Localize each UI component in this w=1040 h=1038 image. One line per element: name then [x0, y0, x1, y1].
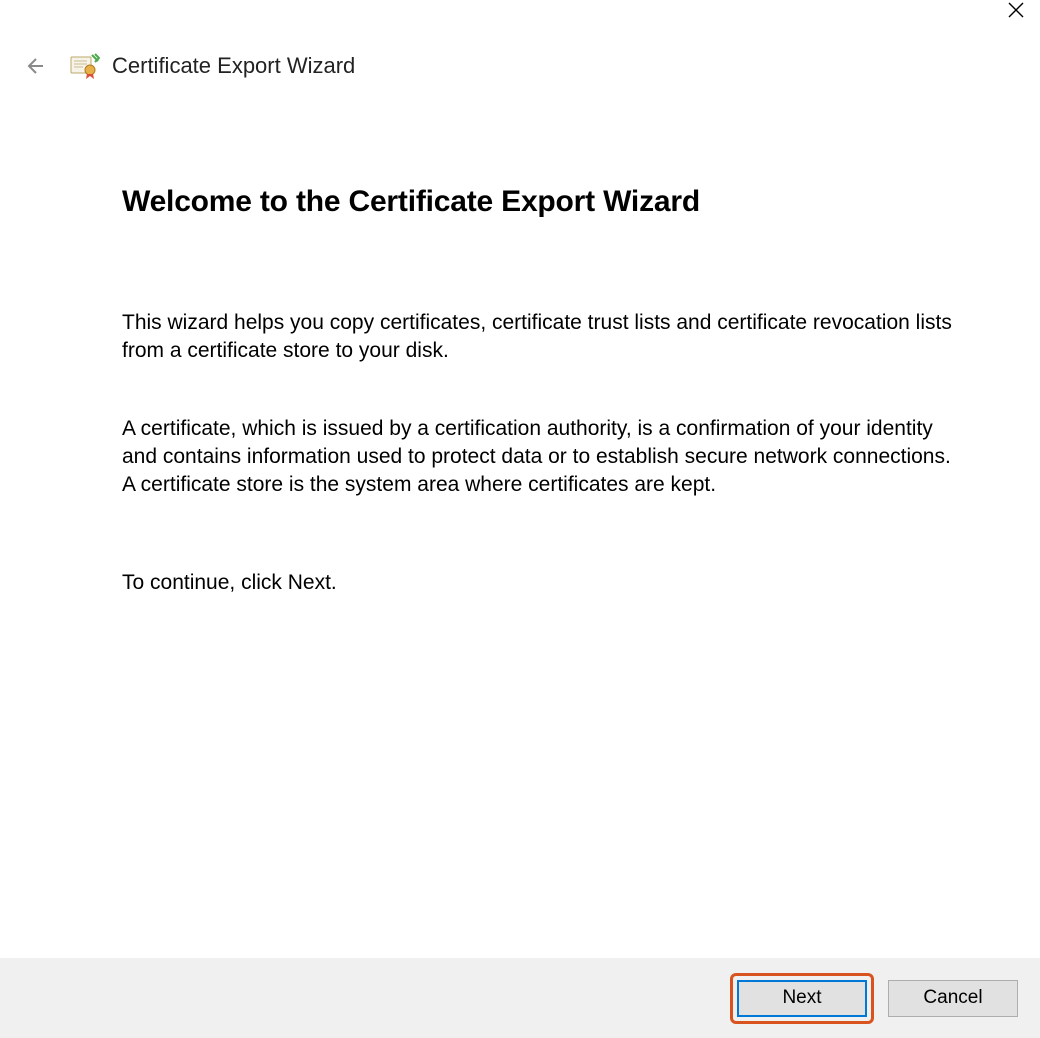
certificate-icon: [70, 52, 100, 80]
page-heading: Welcome to the Certificate Export Wizard: [122, 185, 952, 219]
close-icon: [1008, 2, 1024, 18]
wizard-window: Certificate Export Wizard Welcome to the…: [0, 0, 1040, 1038]
wizard-footer: Next Cancel: [0, 958, 1040, 1038]
cancel-button[interactable]: Cancel: [888, 980, 1018, 1017]
next-button-highlight: Next: [730, 973, 874, 1024]
wizard-title: Certificate Export Wizard: [112, 53, 355, 79]
wizard-content: Welcome to the Certificate Export Wizard…: [122, 185, 952, 647]
continue-hint: To continue, click Next.: [122, 569, 952, 597]
intro-paragraph-1: This wizard helps you copy certificates,…: [122, 309, 952, 365]
close-button[interactable]: [1008, 0, 1024, 22]
intro-paragraph-2: A certificate, which is issued by a cert…: [122, 415, 952, 499]
back-button[interactable]: [20, 52, 48, 80]
next-button[interactable]: Next: [737, 980, 867, 1017]
back-arrow-icon: [22, 54, 46, 78]
wizard-header: Certificate Export Wizard: [20, 48, 355, 84]
